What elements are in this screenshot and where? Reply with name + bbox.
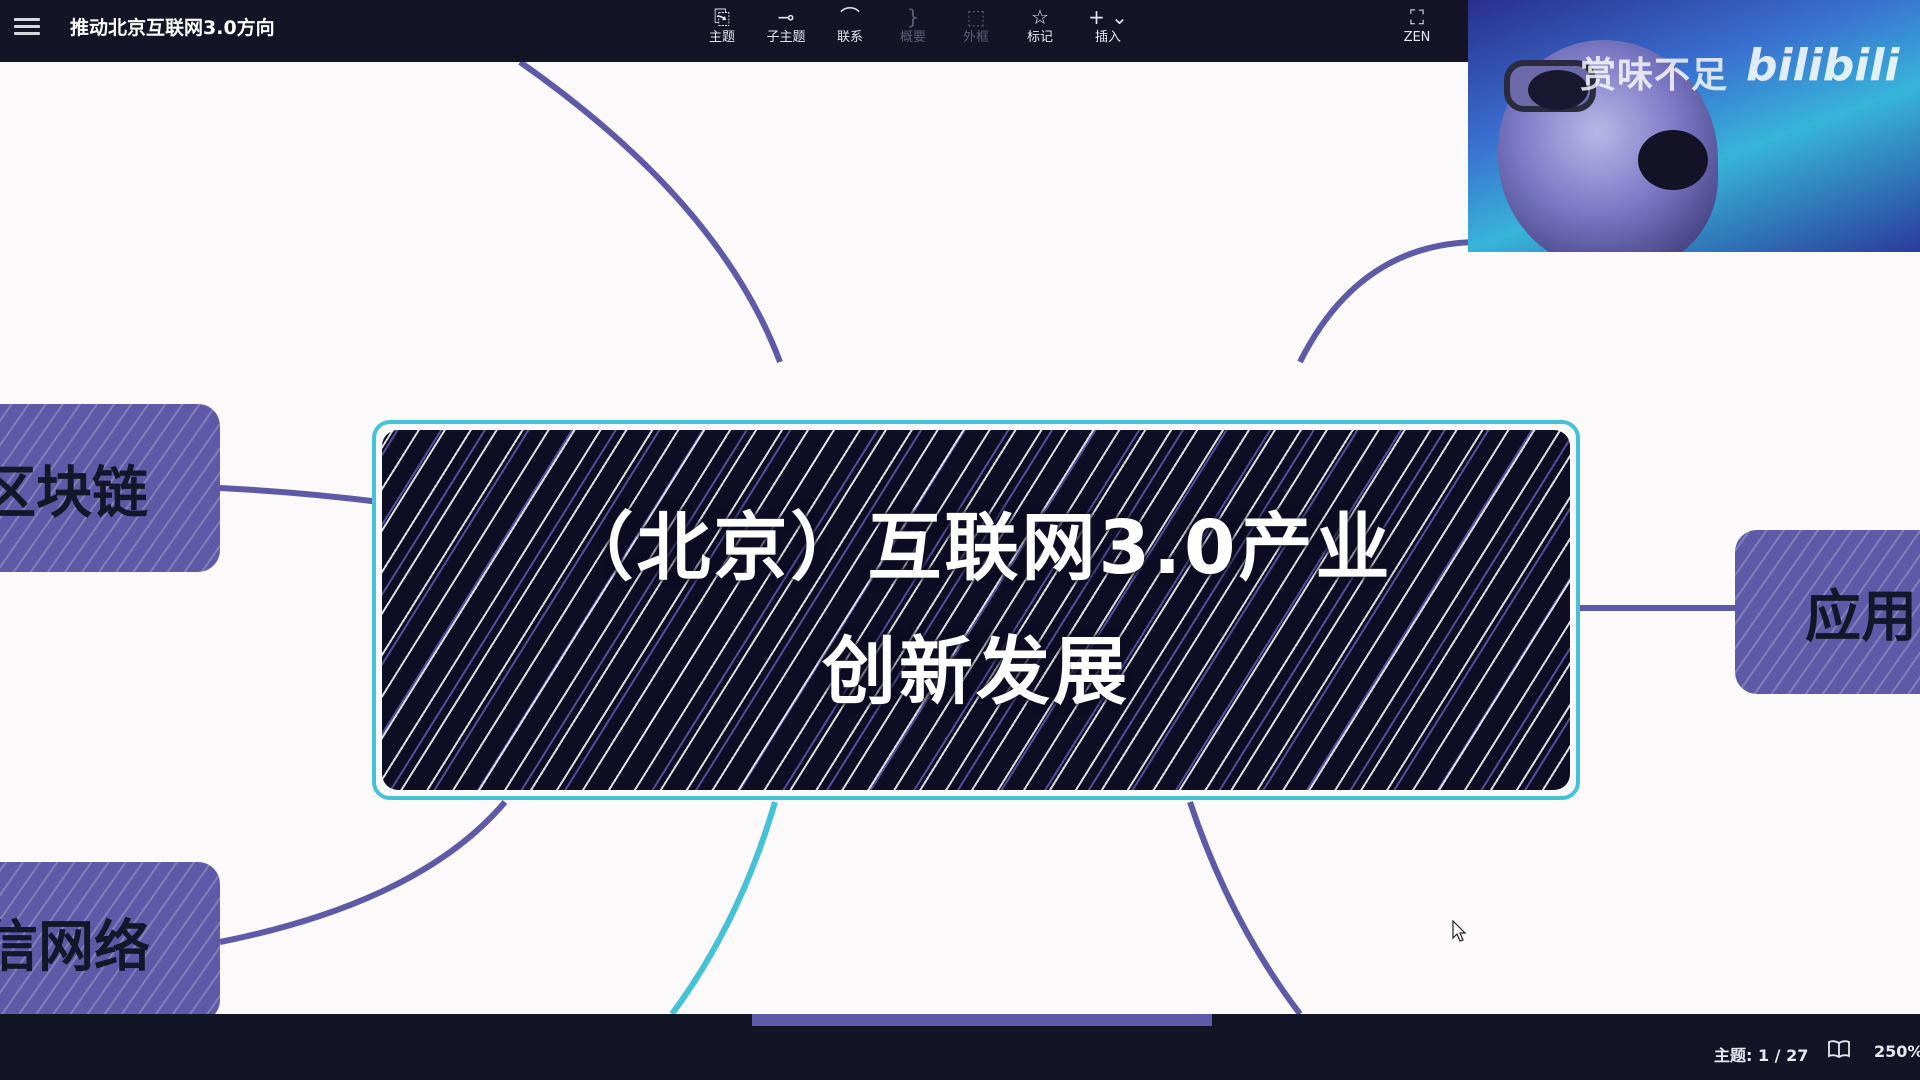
topic-icon: ⎘ bbox=[714, 5, 730, 29]
branch-topic-blockchain[interactable]: 区块链 bbox=[0, 404, 220, 572]
subtopic-icon: ⊸ bbox=[777, 5, 795, 29]
watermark-text: 赏味不足 bbox=[1580, 55, 1729, 96]
toolbar-subtopic-label: 子主题 bbox=[766, 30, 806, 45]
horizontal-scrollbar[interactable] bbox=[752, 1014, 1212, 1026]
branch-topic-application[interactable]: 应用 bbox=[1735, 530, 1920, 694]
central-topic[interactable]: （北京）互联网3.0产业 创新发展 bbox=[372, 420, 1580, 800]
toolbar-marker-label: 标记 bbox=[1026, 30, 1053, 45]
video-overlay: 赏味不足 bilibili bbox=[1468, 0, 1920, 252]
connector-left-top bbox=[219, 485, 381, 505]
central-topic-line-1: （北京）互联网3.0产业 bbox=[559, 505, 1393, 591]
summary-icon: } bbox=[906, 5, 920, 29]
outline-book-icon[interactable] bbox=[1828, 1040, 1850, 1058]
toolbar-summary-label: 概要 bbox=[899, 30, 926, 45]
boundary-icon: ⬚ bbox=[966, 5, 986, 29]
overlay-shadow-shape bbox=[1638, 130, 1708, 190]
connector-bottom-accent bbox=[669, 801, 778, 1014]
branch-topic-label: 信网络 bbox=[0, 914, 150, 980]
toolbar-zen-button[interactable]: ⛶ ZEN bbox=[1387, 4, 1447, 46]
toolbar-insert-button[interactable]: + ⌄ 插入 bbox=[1078, 4, 1138, 46]
toolbar-relationship-label: 联系 bbox=[836, 30, 863, 45]
branch-topic-network[interactable]: 信网络 bbox=[0, 862, 220, 1014]
connector-top-left bbox=[518, 62, 783, 364]
zoom-level[interactable]: 250% bbox=[1874, 1042, 1920, 1061]
document-title: 推动北京互联网3.0方向 bbox=[70, 17, 275, 39]
toolbar-topic-button[interactable]: ⎘ 主题 bbox=[692, 4, 752, 46]
toolbar-zen-label: ZEN bbox=[1403, 30, 1431, 45]
toolbar-summary-button[interactable]: } 概要 bbox=[883, 4, 943, 46]
toolbar-subtopic-button[interactable]: ⊸ 子主题 bbox=[756, 4, 816, 46]
toolbar-boundary-button[interactable]: ⬚ 外框 bbox=[946, 4, 1006, 46]
toolbar-topic-label: 主题 bbox=[708, 30, 735, 45]
overlay-eye-shape bbox=[1528, 70, 1588, 110]
relationship-icon: ⌒ bbox=[840, 5, 860, 29]
toolbar-marker-button[interactable]: ☆ 标记 bbox=[1010, 4, 1070, 46]
toolbar-insert-label: 插入 bbox=[1094, 30, 1121, 45]
central-topic-line-2: 创新发展 bbox=[822, 629, 1130, 715]
mouse-cursor-icon bbox=[1452, 920, 1467, 942]
toolbar-relationship-button[interactable]: ⌒ 联系 bbox=[820, 4, 880, 46]
insert-plus-icon: + ⌄ bbox=[1088, 5, 1128, 29]
hamburger-menu-icon[interactable] bbox=[14, 14, 40, 38]
topic-count: 主题: 1 / 27 bbox=[1714, 1046, 1809, 1065]
branch-topic-label: 区块链 bbox=[0, 460, 148, 526]
marker-star-icon: ☆ bbox=[1031, 5, 1049, 29]
connector-bottom-right bbox=[1187, 801, 1303, 1014]
toolbar-boundary-label: 外框 bbox=[962, 30, 989, 45]
central-topic-fill: （北京）互联网3.0产业 创新发展 bbox=[382, 430, 1570, 790]
connector-top-right bbox=[1297, 239, 1481, 364]
connector-left-bottom bbox=[219, 800, 508, 945]
zen-fullscreen-icon: ⛶ bbox=[1410, 5, 1424, 29]
branch-topic-label: 应用 bbox=[1805, 584, 1917, 650]
bilibili-logo: bilibili bbox=[1746, 40, 1900, 91]
